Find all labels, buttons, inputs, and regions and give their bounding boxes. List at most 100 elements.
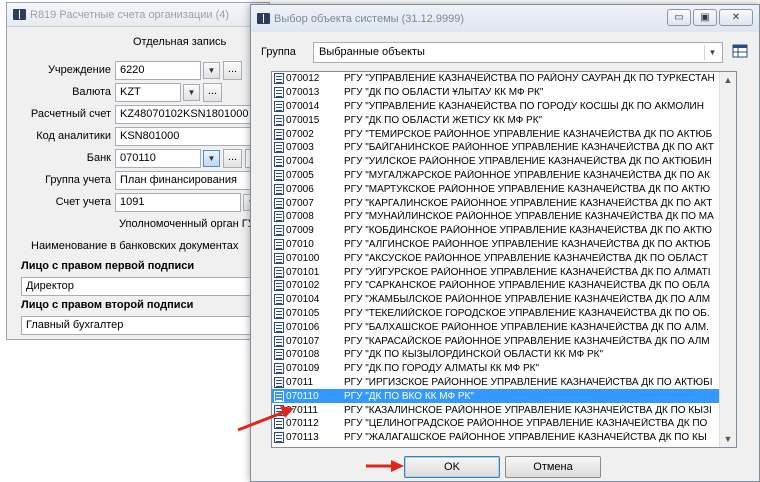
ok-button[interactable]: OK bbox=[404, 456, 500, 478]
list-item[interactable]: 07006 РГУ "МАРТУКСКОЕ РАЙОННОЕ УПРАВЛЕНИЕ… bbox=[272, 182, 719, 196]
list-item[interactable]: 070112 РГУ "ЦЕЛИНОГРАДСКОЕ РАЙОННОЕ УПРАВ… bbox=[272, 417, 719, 431]
accounting-group-field[interactable]: План финансирования bbox=[115, 171, 271, 190]
list-item[interactable]: 070104 РГУ "ЖАМБЫЛСКОЕ РАЙОННОЕ УПРАВЛЕНИ… bbox=[272, 293, 719, 307]
table-icon bbox=[732, 44, 748, 58]
second-signature-field[interactable]: Главный бухгалтер bbox=[21, 316, 271, 335]
bank-field[interactable]: 070110 bbox=[115, 149, 201, 168]
bank-docs-name-label: Наименование в банковских документах bbox=[31, 240, 239, 252]
accounting-group-label: Группа учета bbox=[45, 174, 111, 186]
account-number-label: Расчетный счет bbox=[30, 108, 111, 120]
list-item[interactable]: 070013 РГУ "ДК ПО ОБЛАСТИ ҰЛЫТАУ КК МФ РК… bbox=[272, 86, 719, 100]
list-item-code: 070109 bbox=[286, 363, 320, 375]
list-item[interactable]: 07010 РГУ "АЛГИНСКОЕ РАЙОННОЕ УПРАВЛЕНИЕ … bbox=[272, 238, 719, 252]
list-item-code: 07005 bbox=[286, 169, 314, 181]
list-item-name: РГУ "ДК ПО ОБЛАСТИ ҰЛЫТАУ КК МФ РК" bbox=[344, 87, 544, 99]
list-item[interactable]: 07002 РГУ "ТЕМИРСКОЕ РАЙОННОЕ УПРАВЛЕНИЕ … bbox=[272, 127, 719, 141]
list-item[interactable]: 070014 РГУ "УПРАВЛЕНИЕ КАЗНАЧЕЙСТВА ПО ГО… bbox=[272, 100, 719, 114]
document-icon bbox=[274, 390, 284, 402]
account-number-field[interactable]: KZ48070102KSN1801000 bbox=[115, 105, 271, 124]
list-item[interactable]: 070107 РГУ "КАРАСАЙСКОЕ РАЙОННОЕ УПРАВЛЕН… bbox=[272, 334, 719, 348]
objects-list[interactable]: 070012 РГУ "УПРАВЛЕНИЕ КАЗНАЧЕЙСТВА ПО РА… bbox=[271, 71, 737, 448]
document-icon bbox=[274, 128, 284, 140]
institution-dropdown-button[interactable]: ▼ bbox=[203, 62, 220, 79]
window-controls: ▭ ▣ ✕ bbox=[667, 9, 753, 26]
list-item-code: 070100 bbox=[286, 252, 320, 264]
list-item[interactable]: 07008 РГУ "МУНАЙЛИНСКОЕ РАЙОННОЕ УПРАВЛЕН… bbox=[272, 210, 719, 224]
group-row: Группа Выбранные объекты ▼ bbox=[261, 41, 749, 63]
first-signature-header: Лицо с правом первой подписи bbox=[21, 260, 195, 272]
minimize-icon: ▭ bbox=[674, 12, 684, 23]
list-item-code: 07002 bbox=[286, 128, 314, 140]
list-item[interactable]: 070101 РГУ "УЙГУРСКОЕ РАЙОННОЕ УПРАВЛЕНИЕ… bbox=[272, 265, 719, 279]
list-item[interactable]: 07005 РГУ "МУГАЛЖАРСКОЕ РАЙОННОЕ УПРАВЛЕН… bbox=[272, 169, 719, 183]
list-item[interactable]: 070106 РГУ "БАЛХАШСКОЕ РАЙОННОЕ УПРАВЛЕНИ… bbox=[272, 320, 719, 334]
list-item-name: РГУ "МУНАЙЛИНСКОЕ РАЙОННОЕ УПРАВЛЕНИЕ КА… bbox=[344, 211, 714, 223]
list-item[interactable]: 070102 РГУ "САРКАНСКОЕ РАЙОННОЕ УПРАВЛЕНИ… bbox=[272, 279, 719, 293]
book-icon bbox=[13, 9, 26, 20]
list-item-name: РГУ "АКСУСКОЕ РАЙОННОЕ УПРАВЛЕНИЕ КАЗНАЧ… bbox=[344, 252, 709, 264]
currency-browse-button[interactable]: ... bbox=[203, 83, 222, 102]
list-item[interactable]: 070113 РГУ "ЖАЛАГАШСКОЕ РАЙОННОЕ УПРАВЛЕН… bbox=[272, 431, 719, 445]
list-item-name: РГУ "ЖАМБЫЛСКОЕ РАЙОННОЕ УПРАВЛЕНИЕ КАЗН… bbox=[344, 294, 711, 306]
currency-label: Валюта bbox=[72, 86, 111, 98]
list-item[interactable]: 07003 РГУ "БАЙГАНИНСКОЕ РАЙОННОЕ УПРАВЛЕН… bbox=[272, 141, 719, 155]
list-item[interactable]: 070012 РГУ "УПРАВЛЕНИЕ КАЗНАЧЕЙСТВА ПО РА… bbox=[272, 72, 719, 86]
book-icon bbox=[257, 13, 270, 24]
document-icon bbox=[274, 294, 284, 306]
bank-dropdown-button[interactable]: ▼ bbox=[203, 150, 220, 167]
first-signature-field[interactable]: Директор bbox=[21, 277, 271, 296]
list-item[interactable]: 070111 РГУ "КАЗАЛИНСКОЕ РАЙОННОЕ УПРАВЛЕН… bbox=[272, 403, 719, 417]
document-icon bbox=[274, 404, 284, 416]
analytics-code-label: Код аналитики bbox=[36, 130, 111, 142]
list-item-code: 070108 bbox=[286, 349, 320, 361]
list-item[interactable]: 07009 РГУ "КОБДИНСКОЕ РАЙОННОЕ УПРАВЛЕНИЕ… bbox=[272, 224, 719, 238]
list-item[interactable]: 070108 РГУ "ДК ПО КЫЗЫЛОРДИНСКОЙ ОБЛАСТИ … bbox=[272, 348, 719, 362]
second-signature-header: Лицо с правом второй подписи bbox=[21, 299, 194, 311]
list-item[interactable]: 07007 РГУ "КАРГАЛИНСКОЕ РАЙОННОЕ УПРАВЛЕН… bbox=[272, 196, 719, 210]
scroll-down-icon[interactable]: ▼ bbox=[720, 431, 736, 447]
list-item-code: 070110 bbox=[286, 390, 319, 402]
document-icon bbox=[274, 225, 284, 237]
list-item-name: РГУ "МУГАЛЖАРСКОЕ РАЙОННОЕ УПРАВЛЕНИЕ КА… bbox=[344, 169, 710, 181]
list-item[interactable]: 07011 РГУ "ИРГИЗСКОЕ РАЙОННОЕ УПРАВЛЕНИЕ … bbox=[272, 376, 719, 390]
list-item-code: 070106 bbox=[286, 321, 320, 333]
list-item-code: 070112 bbox=[286, 418, 319, 430]
vertical-scrollbar[interactable]: ▲ ▼ bbox=[719, 72, 736, 447]
list-item-name: РГУ "ДК ПО ОБЛАСТИ ЖЕТІСУ КК МФ РК" bbox=[344, 114, 543, 126]
document-icon bbox=[274, 183, 284, 195]
document-icon bbox=[274, 418, 284, 430]
list-item-code: 070105 bbox=[286, 307, 320, 319]
bank-browse-button[interactable]: ... bbox=[223, 149, 242, 168]
list-item-name: РГУ "КОБДИНСКОЕ РАЙОННОЕ УПРАВЛЕНИЕ КАЗН… bbox=[344, 225, 712, 237]
list-item-code: 070014 bbox=[286, 100, 320, 112]
list-item-name: РГУ "КАРГАЛИНСКОЕ РАЙОННОЕ УПРАВЛЕНИЕ КА… bbox=[344, 197, 713, 209]
analytics-code-field[interactable]: KSN801000 bbox=[115, 127, 271, 146]
list-item[interactable]: 070105 РГУ "ТЕКЕЛИЙСКОЕ ГОРОДСКОЕ УПРАВЛЕ… bbox=[272, 307, 719, 321]
list-item[interactable]: 070100 РГУ "АКСУСКОЕ РАЙОННОЕ УПРАВЛЕНИЕ … bbox=[272, 251, 719, 265]
group-select-value: Выбранные объекты bbox=[319, 45, 425, 58]
list-item-name: РГУ "САРКАНСКОЕ РАЙОННОЕ УПРАВЛЕНИЕ КАЗН… bbox=[344, 280, 710, 292]
list-item-name: РГУ "УПРАВЛЕНИЕ КАЗНАЧЕЙСТВА ПО РАЙОНУ С… bbox=[344, 73, 715, 85]
maximize-button[interactable]: ▣ bbox=[693, 9, 717, 26]
group-select[interactable]: Выбранные объекты ▼ bbox=[313, 41, 723, 63]
accounting-account-field[interactable]: 1091 bbox=[115, 193, 241, 212]
list-item[interactable]: 070015 РГУ "ДК ПО ОБЛАСТИ ЖЕТІСУ КК МФ РК… bbox=[272, 113, 719, 127]
close-button[interactable]: ✕ bbox=[719, 9, 753, 26]
list-item-name: РГУ "ТЕКЕЛИЙСКОЕ ГОРОДСКОЕ УПРАВЛЕНИЕ КА… bbox=[344, 307, 710, 319]
document-icon bbox=[274, 169, 284, 181]
list-item-code: 07011 bbox=[286, 376, 314, 388]
list-item[interactable]: 070109 РГУ "ДК ПО ГОРОДУ АЛМАТЫ КК МФ РК" bbox=[272, 362, 719, 376]
chevron-down-icon: ▼ bbox=[704, 44, 720, 60]
currency-dropdown-button[interactable]: ▼ bbox=[183, 84, 200, 101]
minimize-button[interactable]: ▭ bbox=[667, 9, 691, 26]
currency-field[interactable]: KZT bbox=[115, 83, 181, 102]
list-item[interactable]: 07004 РГУ "УИЛСКОЕ РАЙОННОЕ УПРАВЛЕНИЕ КА… bbox=[272, 155, 719, 169]
institution-field[interactable]: 6220 bbox=[115, 61, 201, 80]
list-item-name: РГУ "ЖАЛАГАШСКОЕ РАЙОННОЕ УПРАВЛЕНИЕ КАЗ… bbox=[344, 432, 707, 444]
institution-browse-button[interactable]: ... bbox=[223, 61, 242, 80]
group-settings-button[interactable] bbox=[731, 42, 749, 60]
cancel-button[interactable]: Отмена bbox=[505, 456, 601, 478]
list-item-name: РГУ "АЛГИНСКОЕ РАЙОННОЕ УПРАВЛЕНИЕ КАЗНА… bbox=[344, 238, 711, 250]
list-item-selected[interactable]: 070110 РГУ "ДК ПО ВКО КК МФ РК" bbox=[272, 389, 719, 404]
scroll-up-icon[interactable]: ▲ bbox=[720, 72, 736, 88]
